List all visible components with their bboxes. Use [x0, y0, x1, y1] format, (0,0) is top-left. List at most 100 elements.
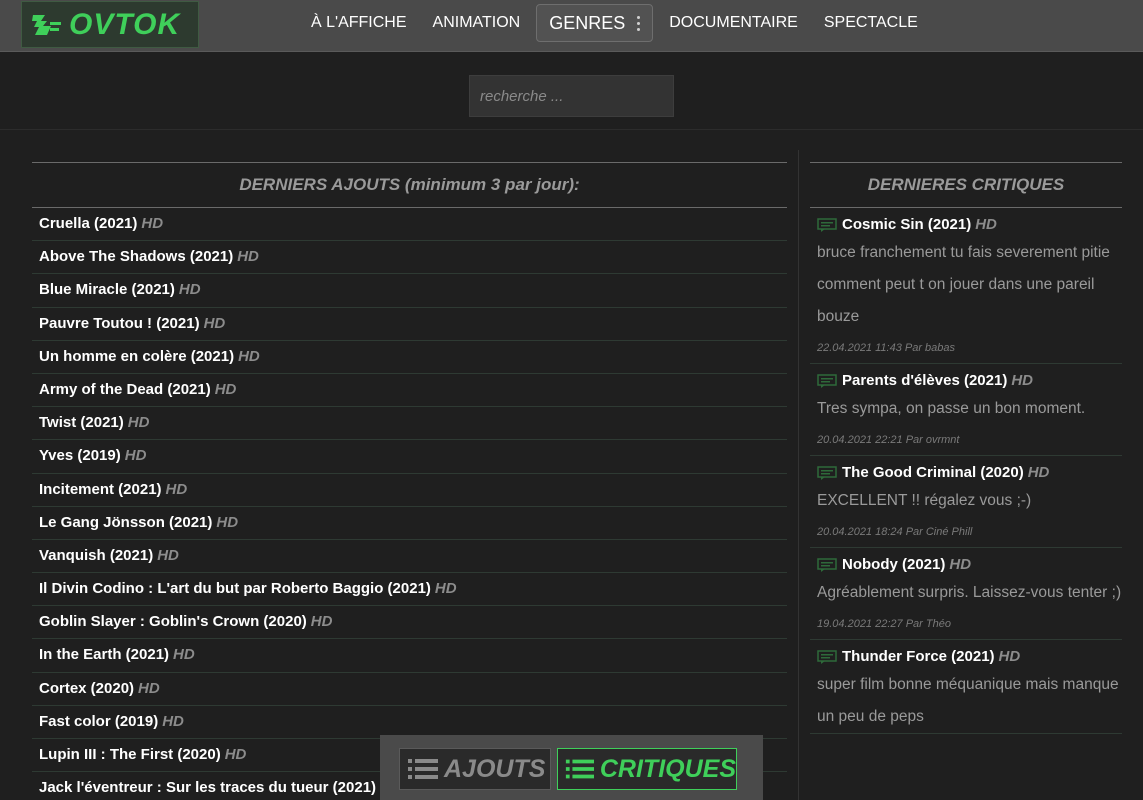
nav-item-spectacle[interactable]: SPECTACLE [811, 4, 931, 42]
logo-icon [32, 14, 61, 35]
logo-text: OVTOK [69, 7, 181, 41]
review-item: Thunder Force (2021) HD super film bonne m… [810, 640, 1122, 734]
list-item[interactable]: Cruella (2021) HD [32, 208, 787, 242]
nav-item-animation[interactable]: ANIMATION [420, 4, 534, 42]
column-divider [798, 150, 799, 800]
list-item[interactable]: Yves (2019) HD [32, 440, 787, 474]
hd-badge: HD [138, 679, 160, 697]
movie-title: Goblin Slayer : Goblin's Crown (2020) [39, 613, 307, 631]
hd-badge: HD [173, 646, 195, 664]
review-movie-link[interactable]: Parents d'élèves (2021) HD [817, 368, 1122, 393]
latest-reviews-title: DERNIERES CRITIQUES [810, 162, 1122, 208]
movie-title: Vanquish (2021) [39, 546, 154, 564]
search-row [0, 52, 1143, 130]
review-movie-title: Cosmic Sin (2021) [842, 216, 972, 233]
hd-badge: HD [203, 314, 226, 332]
review-movie-link[interactable]: Thunder Force (2021) HD [817, 644, 1122, 669]
movie-title: Le Gang Jönsson (2021) [39, 513, 213, 531]
top-navbar: OVTOK À L'AFFICHE ANIMATION GENRES DOCUM… [0, 0, 1143, 52]
hd-badge: HD [949, 556, 972, 573]
review-text: bruce franchement tu fais severement pit… [817, 244, 1110, 325]
movie-title: Army of the Dead (2021) [39, 380, 211, 398]
list-item[interactable]: Twist (2021) HD [32, 407, 787, 441]
movie-title: Un homme en colère (2021) [39, 347, 235, 365]
review-movie-title: Parents d'élèves (2021) [842, 372, 1008, 389]
hd-badge: HD [1027, 464, 1050, 481]
tab-ajouts[interactable]: AJOUTS [399, 748, 551, 790]
main-nav: À L'AFFICHE ANIMATION GENRES DOCUMENTAIR… [298, 4, 931, 42]
review-meta: 22.04.2021 11:43 Par babas [817, 342, 956, 354]
review-meta: 20.04.2021 22:21 Par ovrmnt [817, 434, 960, 446]
list-item[interactable]: Army of the Dead (2021) HD [32, 374, 787, 408]
latest-additions-list: Cruella (2021) HD Above The Shadows (2021)… [32, 208, 787, 800]
tab-critiques[interactable]: CRITIQUES [557, 748, 737, 790]
movie-title: Incitement (2021) [39, 480, 162, 498]
review-movie-title: Nobody (2021) [842, 556, 946, 573]
review-movie-link[interactable]: The Good Criminal (2020) HD [817, 460, 1122, 485]
review-item: The Good Criminal (2020) HD EXCELLENT !! r… [810, 456, 1122, 548]
movie-title: Jack l'éventreur : Sur les traces du tue… [39, 779, 377, 797]
nav-genres-label: GENRES [549, 13, 626, 33]
review-movie-link[interactable]: Nobody (2021) HD [817, 552, 1122, 577]
review-meta: 20.04.2021 18:24 Par Ciné Phill [817, 526, 973, 538]
review-text: Tres sympa, on passe un bon moment. [817, 400, 1086, 417]
latest-additions-panel: DERNIERS AJOUTS (minimum 3 par jour): Cr… [32, 162, 787, 800]
list-item[interactable]: Il Divin Codino : L'art du but par Rober… [32, 573, 787, 607]
list-item[interactable]: Blue Miracle (2021) HD [32, 274, 787, 308]
list-item[interactable]: Vanquish (2021) HD [32, 540, 787, 574]
list-item[interactable]: Incitement (2021) HD [32, 474, 787, 507]
movie-title: Cruella (2021) [39, 215, 138, 232]
comment-icon [817, 649, 837, 664]
hd-badge: HD [165, 480, 188, 498]
latest-reviews-list: Cosmic Sin (2021) HD bruce franchement tu … [810, 208, 1122, 734]
list-icon [565, 759, 594, 779]
movie-title: Above The Shadows (2021) [39, 248, 234, 266]
nav-item-affiche[interactable]: À L'AFFICHE [298, 4, 420, 42]
tab-critiques-label: CRITIQUES [599, 754, 736, 783]
hd-badge: HD [237, 248, 259, 266]
list-item[interactable]: Un homme en colère (2021) HD [32, 341, 787, 374]
hd-badge: HD [157, 546, 179, 564]
movie-title: Twist (2021) [39, 414, 124, 432]
movie-title: Fast color (2019) [39, 712, 159, 730]
site-logo[interactable]: OVTOK [21, 1, 199, 48]
movie-title: In the Earth (2021) [39, 646, 170, 664]
movie-title: Yves (2019) [39, 447, 121, 465]
review-item: Parents d'élèves (2021) HD Tres sympa, on … [810, 364, 1122, 456]
hd-badge: HD [178, 281, 201, 299]
comment-icon [817, 217, 837, 232]
hd-badge: HD [310, 613, 333, 631]
tab-ajouts-label: AJOUTS [444, 754, 546, 783]
nav-item-documentaire[interactable]: DOCUMENTAIRE [656, 4, 811, 42]
movie-title: Blue Miracle (2021) [39, 281, 175, 299]
kebab-menu-icon [637, 15, 641, 31]
list-item[interactable]: Above The Shadows (2021) HD [32, 241, 787, 275]
list-item[interactable]: Cortex (2020) HD [32, 673, 787, 706]
hd-badge: HD [224, 746, 247, 763]
search-input[interactable] [469, 75, 674, 117]
review-text: super film bonne méquanique mais manque … [817, 676, 1119, 725]
list-item[interactable]: Goblin Slayer : Goblin's Crown (2020) HD [32, 606, 787, 640]
hd-badge: HD [238, 347, 260, 365]
hd-badge: HD [434, 580, 457, 598]
review-movie-link[interactable]: Cosmic Sin (2021) HD [817, 212, 1122, 237]
review-meta: 19.04.2021 22:27 Par Théo [817, 618, 951, 630]
list-item[interactable]: In the Earth (2021) HD [32, 639, 787, 673]
hd-badge: HD [141, 215, 164, 232]
review-item: Nobody (2021) HD Agréablement surpris. Lai… [810, 548, 1122, 640]
nav-item-genres[interactable]: GENRES [536, 4, 654, 42]
movie-title: Pauvre Toutou ! (2021) [39, 314, 200, 332]
hd-badge: HD [124, 447, 147, 465]
comment-icon [817, 557, 837, 572]
list-item[interactable]: Le Gang Jönsson (2021) HD [32, 507, 787, 540]
hd-badge: HD [998, 648, 1021, 665]
review-movie-title: The Good Criminal (2020) [842, 464, 1024, 481]
hd-badge: HD [1011, 372, 1034, 389]
latest-additions-title: DERNIERS AJOUTS (minimum 3 par jour): [32, 162, 787, 208]
hd-badge: HD [127, 414, 150, 432]
latest-reviews-panel: DERNIERES CRITIQUES Cosmic Sin (2021) HD b… [810, 162, 1122, 734]
bottom-tab-bar: AJOUTS CRITIQUES [380, 735, 763, 800]
hd-badge: HD [975, 216, 997, 233]
list-item[interactable]: Pauvre Toutou ! (2021) HD [32, 308, 787, 341]
hd-badge: HD [214, 380, 237, 398]
